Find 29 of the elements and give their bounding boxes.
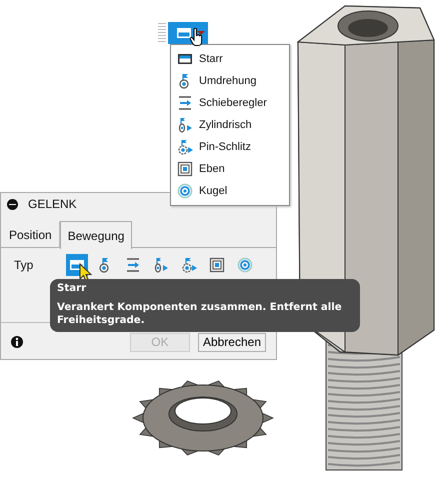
slider-joint-icon	[177, 95, 193, 111]
cylindrical-joint-icon	[177, 117, 193, 133]
tab[interactable]: Bewegung	[60, 221, 132, 249]
menu-item[interactable]: Umdrehung	[171, 70, 289, 92]
rigid-joint-icon	[176, 25, 192, 41]
type-label: Typ	[14, 258, 34, 272]
tooltip-title: Starr	[57, 283, 88, 294]
joint-type-dropdown[interactable]	[168, 22, 208, 44]
rigid-joint-icon	[177, 51, 193, 67]
menu-item[interactable]: Schieberegler	[171, 92, 289, 114]
menu-item[interactable]: Kugel	[171, 180, 289, 202]
tooltip-text: Verankert Komponenten zusammen. Entfernt alle Freiheitsgrade.	[57, 301, 343, 327]
cylindrical-joint-icon	[153, 257, 169, 273]
menu-item[interactable]: Eben	[171, 158, 289, 180]
menu-item[interactable]: Zylindrisch	[171, 114, 289, 136]
collapse-icon[interactable]	[7, 198, 18, 210]
planar-joint-icon	[209, 257, 225, 273]
dialog-title: GELENK	[28, 197, 77, 211]
ball-joint-icon	[237, 257, 253, 273]
slider-joint-icon	[125, 257, 141, 273]
pin-slot-joint-icon	[177, 139, 193, 155]
info-icon[interactable]	[11, 336, 23, 348]
planar-joint-icon	[177, 161, 193, 177]
menu-item[interactable]: Pin-Schlitz	[171, 136, 289, 158]
cancel-button[interactable]: Abbrechen	[198, 332, 266, 352]
ball-joint-icon	[177, 183, 193, 199]
pin-slot-joint-icon	[181, 257, 197, 273]
menu-item[interactable]: Starr	[171, 48, 289, 70]
toolbar-grip	[158, 23, 166, 43]
